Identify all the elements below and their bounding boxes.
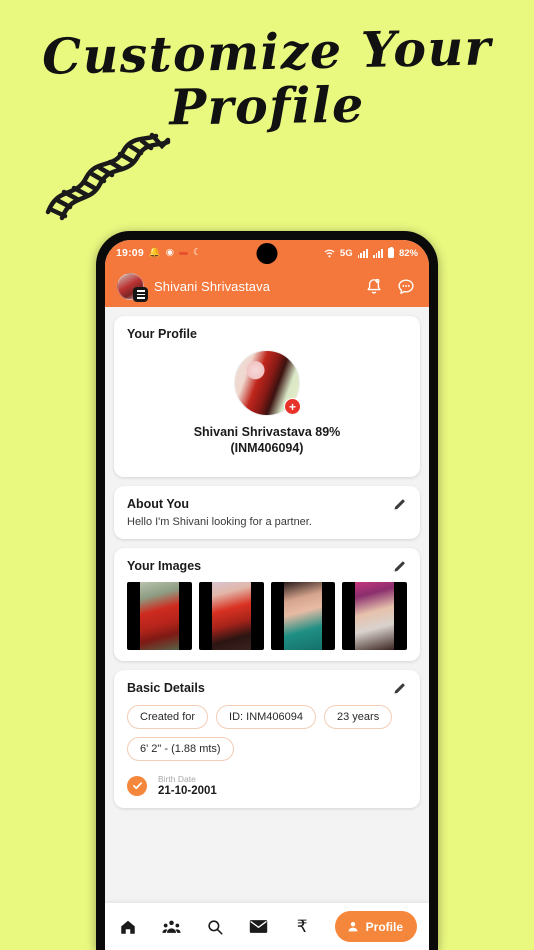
content-scroll-area[interactable]: Your Profile + Shivani Shrivastava 89% (… <box>105 307 429 917</box>
nav-mail-icon[interactable] <box>248 916 270 938</box>
chip-created-for[interactable]: Created for <box>127 705 209 729</box>
check-circle-icon <box>127 775 147 796</box>
image-thumbnail[interactable] <box>127 582 192 650</box>
circle-clock-icon: ◉ <box>165 247 174 259</box>
dash-indicator <box>179 251 188 255</box>
profile-avatar-wrap: + <box>127 350 407 416</box>
chat-bubble-dots-icon[interactable] <box>395 276 417 298</box>
bell-icon: 🔔 <box>148 247 161 259</box>
network-type: 5G <box>339 247 353 259</box>
image-thumbnail[interactable] <box>342 582 407 650</box>
about-text: Hello I'm Shivani looking for a partner. <box>127 516 312 528</box>
signal-bars-secondary-icon <box>372 248 383 258</box>
battery-icon <box>387 246 394 258</box>
chip-height[interactable]: 6' 2" - (1.88 mts) <box>127 737 234 761</box>
nav-profile-label: Profile <box>365 919 403 934</box>
hamburger-menu-icon[interactable] <box>133 287 148 302</box>
birth-date-row: Birth Date 21-10-2001 <box>127 774 407 797</box>
status-bar: 19:09 🔔 ◉ ☾ 5G 82% <box>105 240 429 266</box>
page-title: Customize Your Profile <box>0 18 534 136</box>
camera-punch-hole <box>256 243 278 264</box>
moon-circle-icon: ☾ <box>193 247 202 259</box>
nav-home-icon[interactable] <box>117 916 139 938</box>
battery-percent: 82% <box>398 247 418 259</box>
nav-people-group-icon[interactable] <box>161 916 183 938</box>
birth-date-value: 21-10-2001 <box>158 785 217 797</box>
basic-details-title: Basic Details <box>127 681 205 695</box>
poster-canvas: Customize Your Profile 19:09 🔔 ◉ ☾ 5G 82… <box>0 0 534 950</box>
pencil-icon[interactable] <box>392 681 407 696</box>
basic-details-card: Basic Details Created for ID: INM406094 … <box>114 670 420 808</box>
signal-bars-icon <box>357 248 368 258</box>
app-bar: Shivani Shrivastava <box>105 266 429 307</box>
headline-line-1: Customize Your <box>41 18 493 86</box>
plus-icon[interactable]: + <box>284 398 301 415</box>
pencil-icon[interactable] <box>392 497 407 512</box>
profile-member-id: (INM406094) <box>230 441 304 455</box>
bell-icon[interactable] <box>363 276 385 298</box>
chip-age[interactable]: 23 years <box>324 705 393 729</box>
images-card: Your Images <box>114 548 420 661</box>
profile-photo[interactable]: + <box>234 350 301 416</box>
image-thumbnail[interactable] <box>270 582 336 650</box>
profile-name-percent: Shivani Shrivastava 89% <box>193 425 341 439</box>
person-icon <box>348 921 358 931</box>
image-thumbnail[interactable] <box>198 582 264 650</box>
about-card: About You Hello I'm Shivani looking for … <box>114 486 420 539</box>
chip-member-id[interactable]: ID: INM406094 <box>216 705 317 729</box>
bottom-navigation: ₹ Profile <box>105 903 429 950</box>
profile-card: Your Profile + Shivani Shrivastava 89% (… <box>114 316 420 477</box>
images-card-title: Your Images <box>127 559 202 573</box>
nav-search-icon[interactable] <box>204 916 226 938</box>
dna-helix-arrow-doodle <box>45 132 171 221</box>
pencil-icon[interactable] <box>392 559 407 574</box>
detail-chips: Created for ID: INM406094 23 years 6' 2"… <box>127 705 407 761</box>
birth-date-label: Birth Date <box>158 774 196 784</box>
about-card-title: About You <box>127 497 190 511</box>
avatar[interactable] <box>117 273 148 302</box>
profile-card-title: Your Profile <box>127 327 197 341</box>
phone-screen: 19:09 🔔 ◉ ☾ 5G 82% Shivani Shrivastava Y… <box>105 240 429 950</box>
status-time: 19:09 <box>116 247 144 259</box>
app-bar-title: Shivani Shrivastava <box>154 279 271 294</box>
nav-profile-active[interactable]: Profile <box>334 911 417 942</box>
wifi-icon <box>324 249 335 257</box>
images-row <box>127 582 407 650</box>
phone-mockup: 19:09 🔔 ◉ ☾ 5G 82% Shivani Shrivastava Y… <box>96 231 438 950</box>
nav-rupee-icon[interactable]: ₹ <box>291 916 313 938</box>
